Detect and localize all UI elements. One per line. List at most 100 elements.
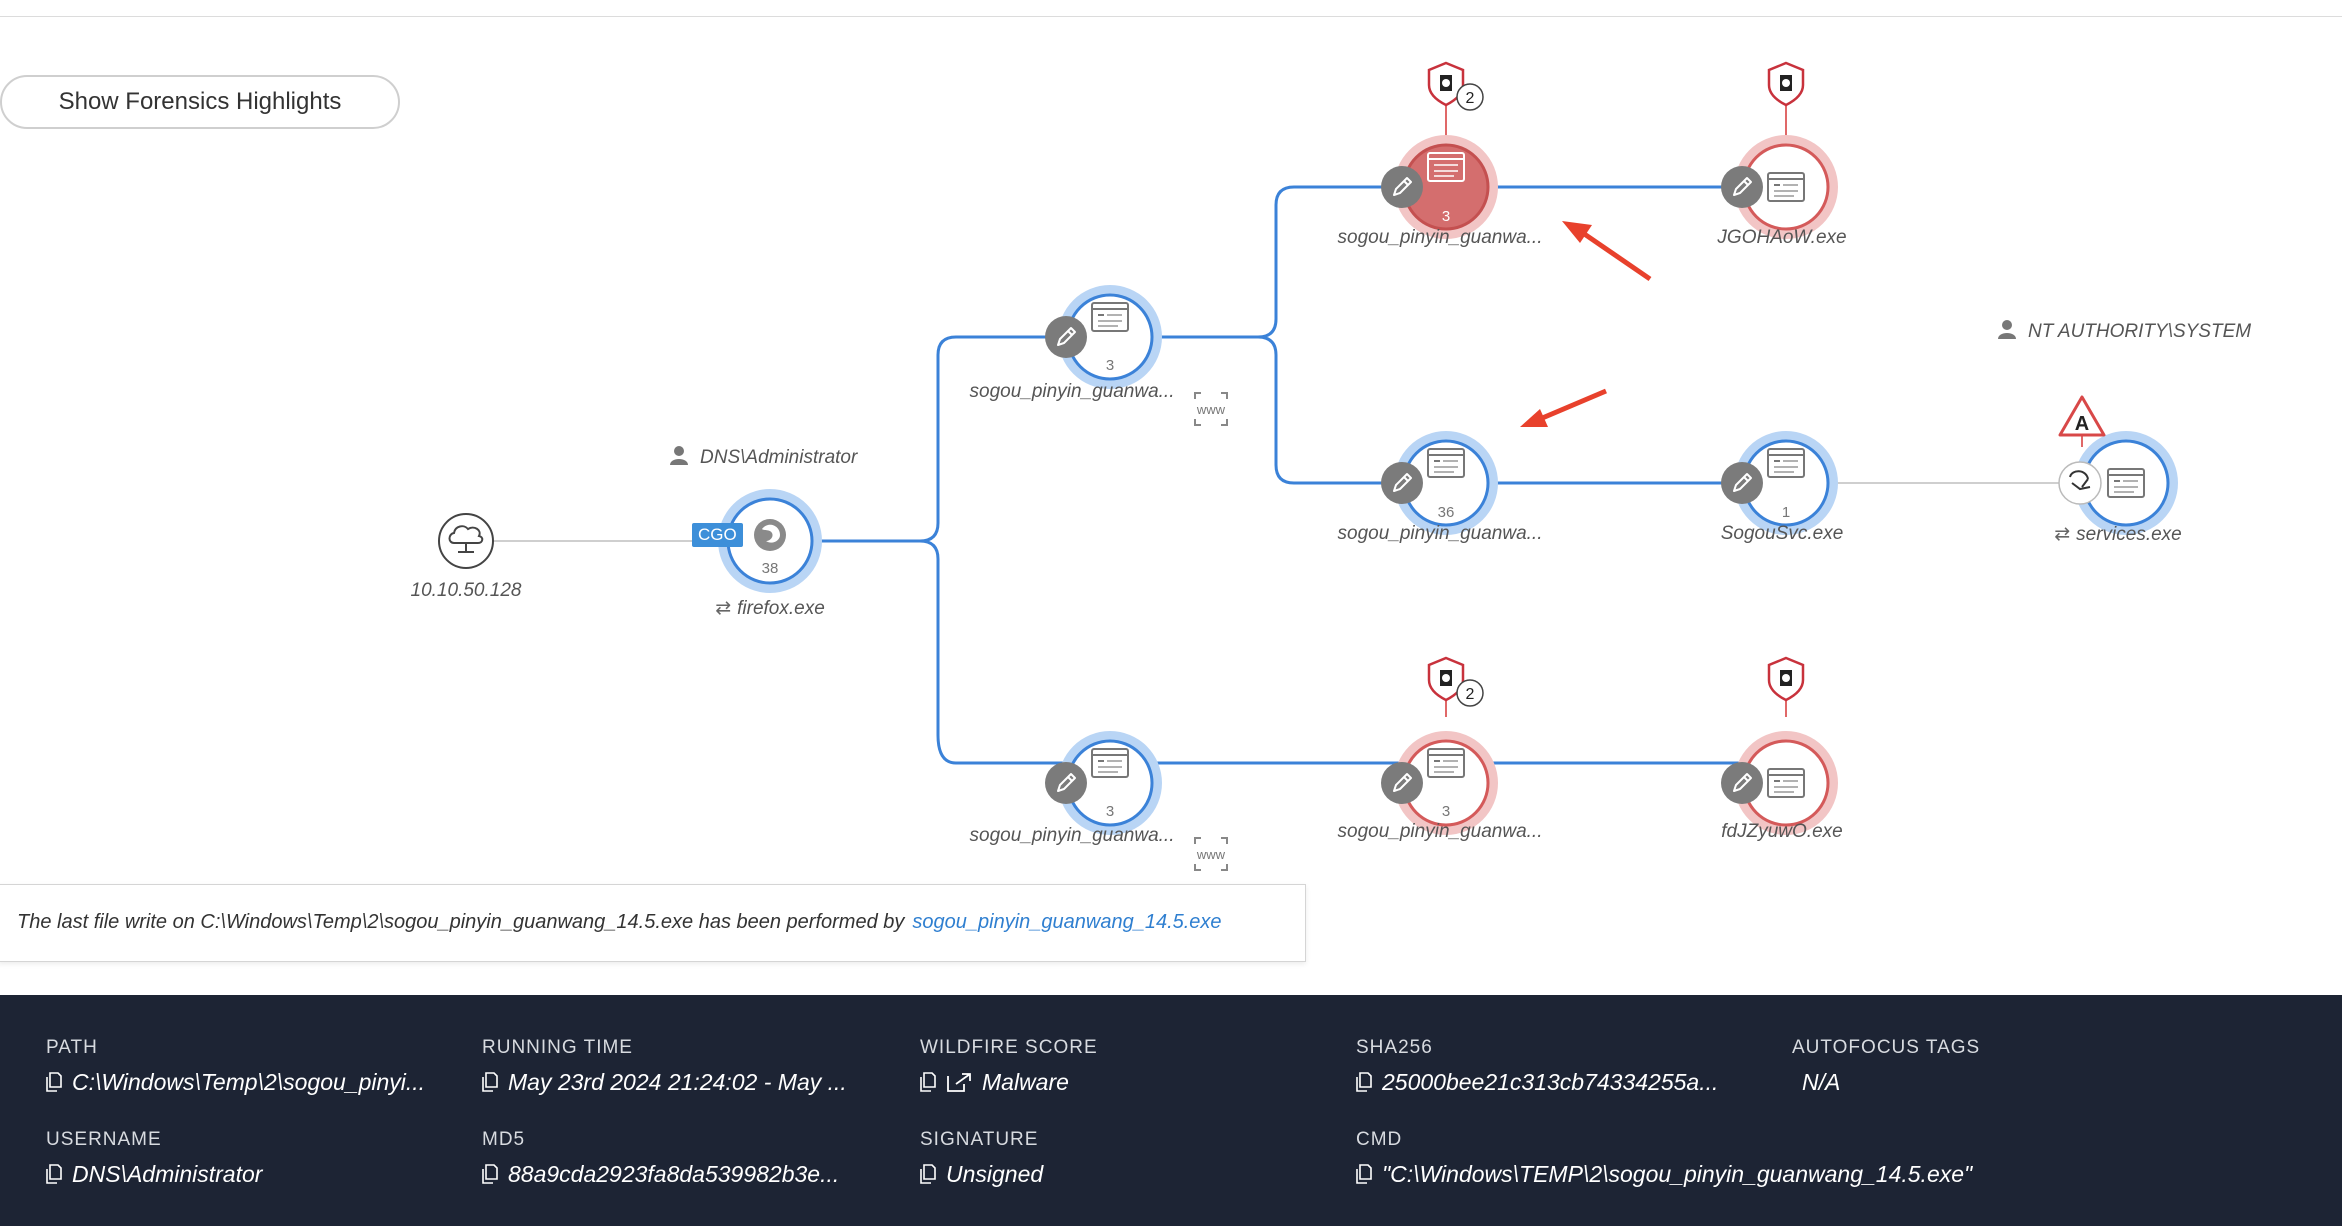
respawn-icon: ⇄ — [715, 598, 732, 619]
copy-icon[interactable] — [920, 1072, 936, 1092]
wildfire-score-value: Malware — [982, 1069, 1069, 1095]
node-label-ip[interactable]: 10.10.50.128 — [411, 580, 522, 602]
user-icon — [670, 446, 688, 465]
annotation-arrow — [1520, 388, 1607, 427]
shield-alert-icon[interactable] — [1767, 656, 1805, 702]
user-name: DNS\Administrator — [700, 447, 858, 468]
node-label-firefox[interactable]: ⇄ firefox.exe — [715, 597, 825, 620]
shield-alert-icon[interactable]: 2 — [1427, 61, 1484, 111]
node-sogou-e[interactable]: 3 — [1380, 731, 1498, 835]
detail-value[interactable]: May 23rd 2024 21:24:02 - May ... — [482, 1069, 847, 1096]
detail-label: USERNAME — [46, 1129, 162, 1150]
node-label-sogou-a[interactable]: sogou_pinyin_guanwa... — [970, 381, 1175, 403]
node-label-text: services.exe — [2076, 524, 2182, 545]
count-sogou-b: 3 — [1442, 208, 1450, 225]
node-label-sogou-e[interactable]: sogou_pinyin_guanwa... — [1338, 821, 1543, 843]
signature-value: Unsigned — [946, 1161, 1044, 1187]
node-label-services[interactable]: ⇄ services.exe — [2054, 523, 2182, 546]
process-details-panel: PATH C:\Windows\Temp\2\sogou_pinyi... RU… — [0, 995, 2342, 1226]
detail-label: AUTOFOCUS TAGS — [1792, 1037, 1981, 1058]
detail-running-time: RUNNING TIME May 23rd 2024 21:24:02 - Ma… — [482, 1037, 847, 1096]
detail-value[interactable]: 25000bee21c313cb74334255a... — [1356, 1069, 1718, 1096]
shield-alert-icon[interactable] — [1767, 61, 1805, 107]
detail-autofocus-tags: AUTOFOCUS TAGS N/A — [1792, 1037, 1980, 1096]
info-message-box: The last file write on C:\Windows\Temp\2… — [0, 884, 1306, 962]
detail-label: RUNNING TIME — [482, 1037, 633, 1058]
detail-md5: MD5 88a9cda2923fa8da539982b3e... — [482, 1129, 839, 1188]
cmd-value: "C:\Windows\TEMP\2\sogou_pinyin_guanwang… — [1382, 1161, 1973, 1187]
copy-icon[interactable] — [1356, 1164, 1372, 1184]
warning-letter: A — [2075, 413, 2089, 435]
detail-value: N/A — [1802, 1069, 1841, 1095]
cgo-badge: CGO — [692, 523, 743, 547]
running-time-value: May 23rd 2024 21:24:02 - May ... — [508, 1069, 847, 1095]
detail-value[interactable]: Unsigned — [920, 1161, 1043, 1188]
detail-label: SHA256 — [1356, 1037, 1433, 1058]
causality-graph[interactable]: 38 3 www 3 2 36 1 A 3 www 3 2 Show Foren… — [0, 17, 2342, 995]
detail-label: MD5 — [482, 1129, 526, 1150]
node-label-sogou-d[interactable]: sogou_pinyin_guanwa... — [970, 825, 1175, 847]
count-sogou-e: 3 — [1442, 803, 1450, 820]
node-fdjzyuwo[interactable] — [1720, 731, 1838, 835]
count-sogou-c: 36 — [1438, 504, 1455, 521]
detail-value[interactable]: "C:\Windows\TEMP\2\sogou_pinyin_guanwang… — [1356, 1161, 1972, 1188]
node-sogou-d[interactable]: 3 — [1044, 731, 1162, 835]
detail-value[interactable]: 88a9cda2923fa8da539982b3e... — [482, 1161, 839, 1188]
node-label-fdjzyuwo[interactable]: fdJZyuwO.exe — [1721, 821, 1842, 843]
detail-username: USERNAME DNS\Administrator — [46, 1129, 262, 1188]
detail-label: PATH — [46, 1037, 98, 1058]
detail-label: CMD — [1356, 1129, 1403, 1150]
path-value: C:\Windows\Temp\2\sogou_pinyi... — [72, 1069, 426, 1095]
graph-canvas: 38 3 www 3 2 36 1 A 3 www 3 2 — [438, 61, 2178, 871]
username-value: DNS\Administrator — [72, 1161, 263, 1187]
detail-wildfire-score: WILDFIRE SCORE Malware — [920, 1037, 1098, 1096]
www-text-d: www — [1196, 847, 1226, 862]
detail-cmd: CMD "C:\Windows\TEMP\2\sogou_pinyin_guan… — [1356, 1129, 1972, 1188]
detail-value[interactable]: DNS\Administrator — [46, 1161, 262, 1188]
alerts-sogou-b: 2 — [1466, 90, 1475, 107]
external-link-icon[interactable] — [946, 1072, 972, 1092]
md5-value: 88a9cda2923fa8da539982b3e... — [508, 1161, 840, 1187]
copy-icon[interactable] — [482, 1072, 498, 1092]
node-sogou-c[interactable]: 36 — [1380, 431, 1498, 535]
show-forensics-highlights-button[interactable]: Show Forensics Highlights — [0, 75, 400, 129]
info-process-link[interactable]: sogou_pinyin_guanwang_14.5.exe — [912, 911, 1221, 933]
node-label-jgohaow[interactable]: JGOHAoW.exe — [1717, 227, 1846, 249]
detail-value[interactable]: Malware — [920, 1069, 1098, 1096]
node-services[interactable] — [2058, 431, 2178, 535]
count-firefox: 38 — [762, 560, 779, 577]
count-sogou-d: 3 — [1106, 803, 1114, 820]
node-jgohaow[interactable] — [1720, 135, 1838, 239]
copy-icon[interactable] — [46, 1072, 62, 1092]
copy-icon[interactable] — [46, 1164, 62, 1184]
firefox-icon — [754, 519, 786, 551]
user-label-dns-admin: DNS\Administrator — [670, 445, 857, 469]
www-text-a: www — [1196, 402, 1226, 417]
node-label-sogou-c[interactable]: sogou_pinyin_guanwa... — [1338, 523, 1543, 545]
user-label-nt-system: NT AUTHORITY\SYSTEM — [1998, 319, 2251, 343]
user-icon — [1998, 320, 2016, 339]
copy-icon[interactable] — [1356, 1072, 1372, 1092]
detail-label: WILDFIRE SCORE — [920, 1037, 1098, 1058]
copy-icon[interactable] — [920, 1164, 936, 1184]
top-bar — [0, 0, 2342, 17]
annotation-arrow — [1562, 221, 1652, 282]
info-message: The last file write on C:\Windows\Temp\2… — [17, 911, 1222, 934]
node-sogousvc[interactable]: 1 — [1720, 431, 1838, 535]
graph-edges — [466, 97, 2083, 765]
node-label-sogousvc[interactable]: SogouSvc.exe — [1721, 523, 1844, 545]
detail-sha256: SHA256 25000bee21c313cb74334255a... — [1356, 1037, 1718, 1096]
copy-icon[interactable] — [482, 1164, 498, 1184]
node-label-text: firefox.exe — [737, 598, 825, 619]
sha256-value: 25000bee21c313cb74334255a... — [1382, 1069, 1719, 1095]
info-message-text: The last file write on C:\Windows\Temp\2… — [17, 911, 905, 933]
count-sogou-a: 3 — [1106, 357, 1114, 374]
node-sogou-a[interactable]: 3 — [1044, 285, 1162, 389]
shield-alert-icon[interactable]: 2 — [1427, 656, 1484, 707]
detail-value[interactable]: C:\Windows\Temp\2\sogou_pinyi... — [46, 1069, 425, 1096]
node-label-sogou-b[interactable]: sogou_pinyin_guanwa... — [1338, 227, 1543, 249]
warning-icon[interactable]: A — [2058, 395, 2106, 437]
node-ip[interactable] — [438, 513, 494, 569]
user-name: NT AUTHORITY\SYSTEM — [2028, 321, 2252, 342]
node-sogou-b[interactable]: 3 — [1380, 135, 1498, 239]
